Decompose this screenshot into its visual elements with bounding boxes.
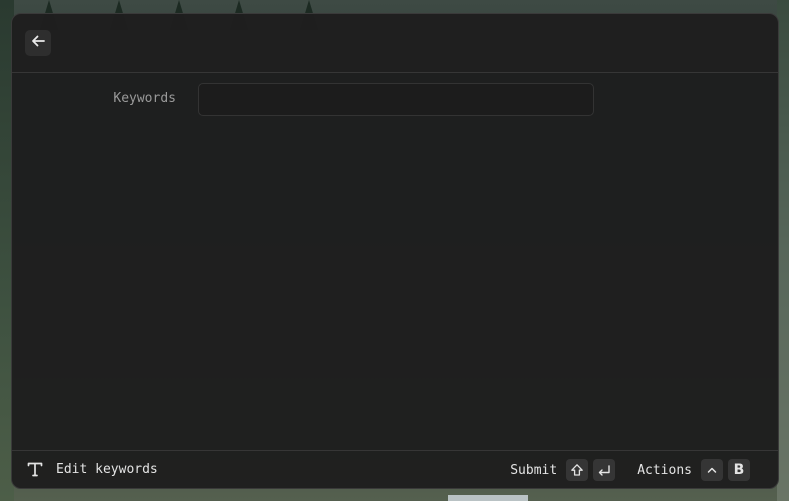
shortcut-key-b: B [728, 459, 750, 481]
launcher-window: Keywords Edit keywords Submit Actions B [11, 13, 779, 489]
back-button[interactable] [25, 30, 51, 56]
text-t-icon [26, 460, 44, 478]
actions-label: Actions [637, 462, 692, 478]
actions-menu[interactable]: Actions B [637, 459, 750, 481]
primary-action[interactable]: Edit keywords [26, 460, 158, 478]
submit-action[interactable]: Submit [510, 459, 616, 481]
keywords-input[interactable] [198, 83, 594, 116]
background-water [448, 495, 528, 501]
arrow-left-icon [30, 33, 46, 53]
enter-icon [593, 459, 616, 481]
footer-actions: Submit Actions B [510, 459, 750, 481]
keywords-form-row: Keywords [12, 82, 778, 118]
ctrl-caret-icon [701, 459, 723, 481]
action-bar: Edit keywords Submit Actions B [12, 450, 778, 488]
submit-label: Submit [510, 462, 558, 478]
shift-icon [566, 459, 589, 481]
keywords-label: Keywords [113, 91, 176, 106]
window-topbar [12, 14, 778, 73]
primary-action-label: Edit keywords [56, 461, 158, 477]
